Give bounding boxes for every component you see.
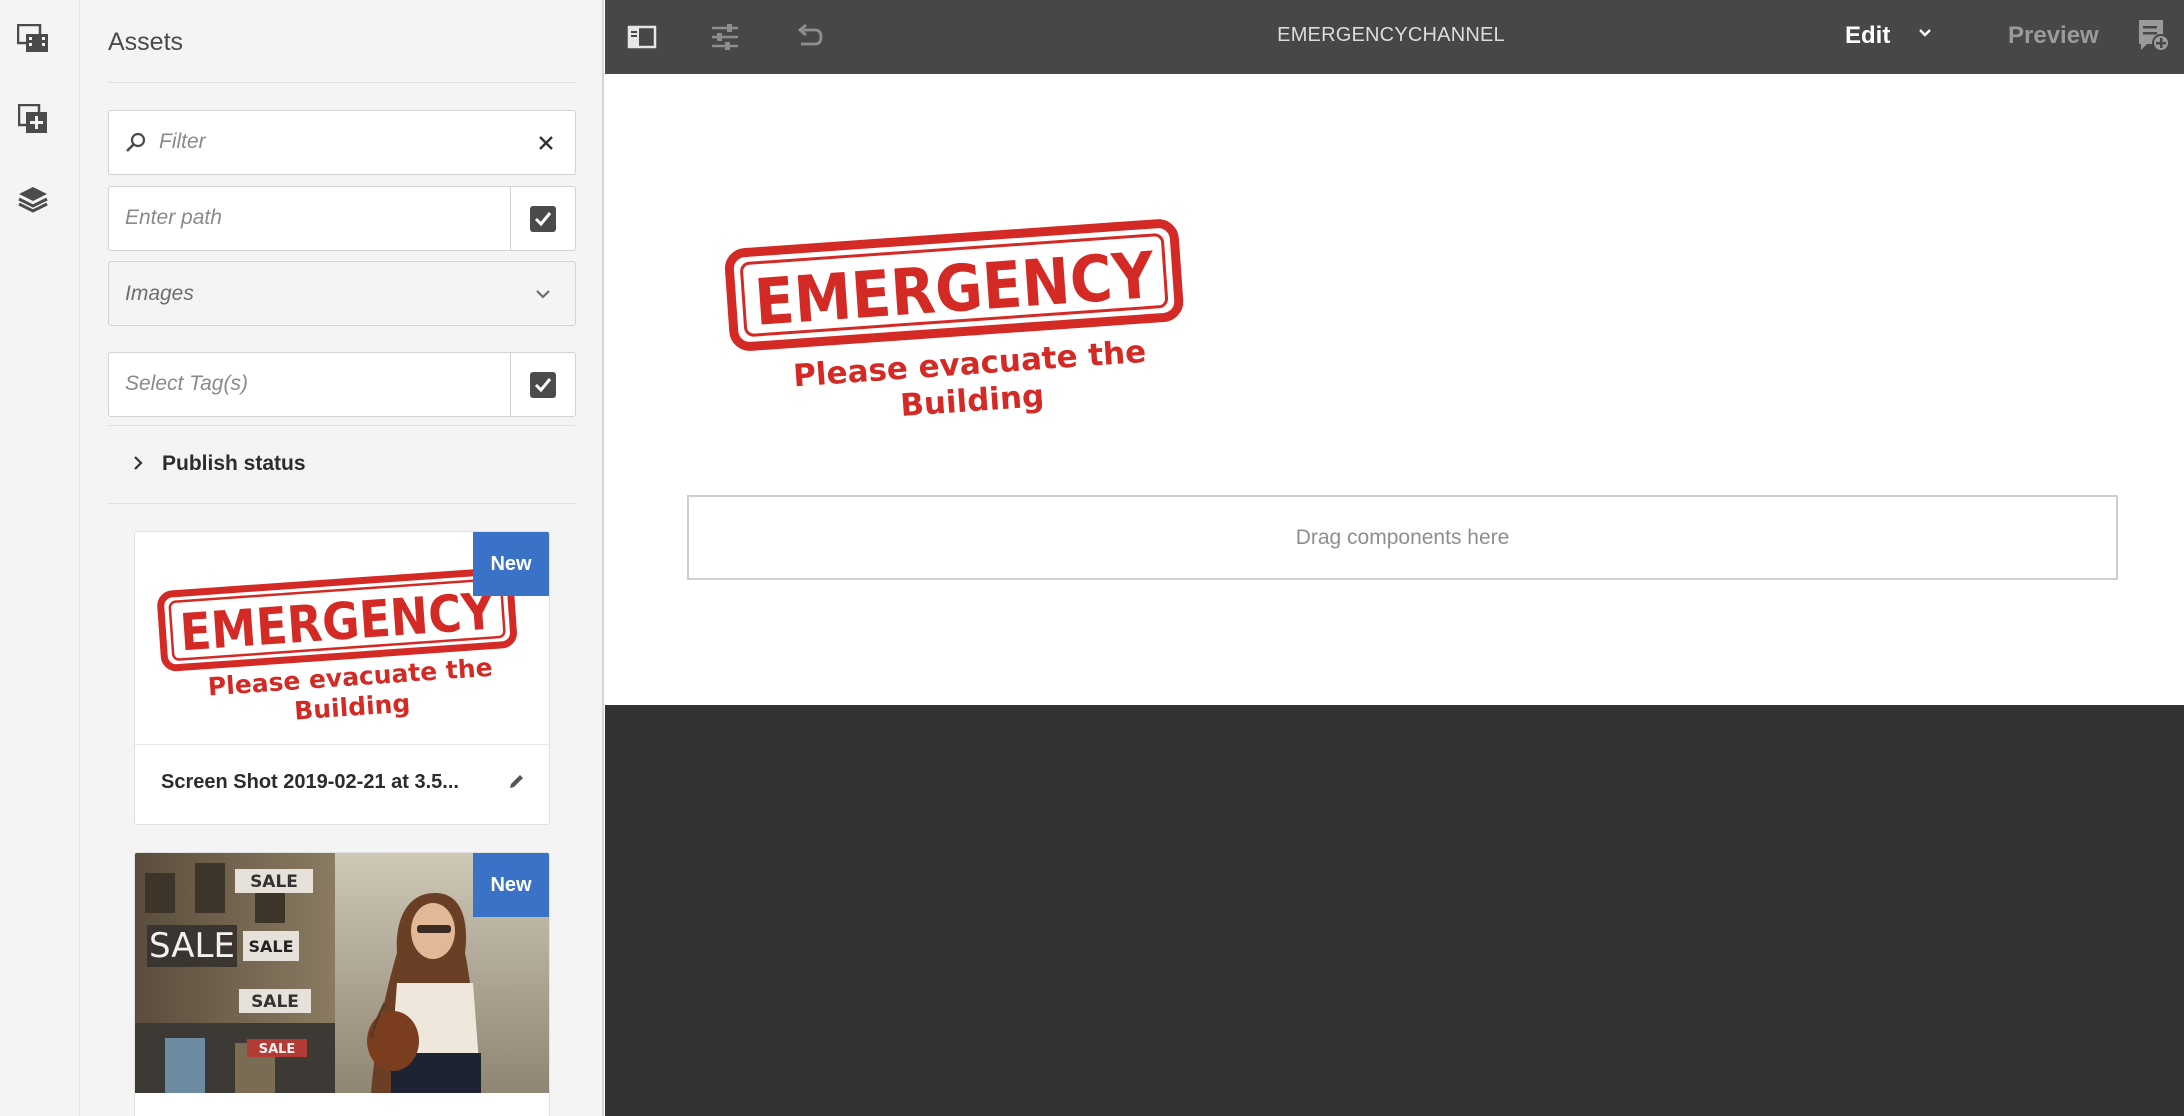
chevron-right-icon bbox=[132, 455, 144, 476]
divider bbox=[108, 82, 575, 83]
emergency-image-component[interactable]: EMERGENCY Please evacuate the Building bbox=[720, 198, 1190, 424]
tags-browse-button[interactable] bbox=[510, 353, 575, 416]
svg-text:SALE: SALE bbox=[251, 992, 299, 1012]
svg-text:SALE: SALE bbox=[250, 872, 298, 892]
page-title: EMERGENCYCHANNEL bbox=[1277, 24, 1505, 46]
assets-panel-title: Assets bbox=[108, 28, 184, 56]
clear-icon[interactable] bbox=[537, 134, 555, 157]
tags-field[interactable]: Select Tag(s) bbox=[108, 352, 576, 417]
asset-card-meta: Screen Shot 2019-02-21 at 3.5... bbox=[135, 744, 549, 824]
asset-thumbnail: EMERGENCY Please evacuate the Building N… bbox=[135, 532, 549, 744]
side-rail bbox=[0, 0, 80, 1116]
divider bbox=[108, 425, 575, 426]
content-tree-icon[interactable] bbox=[14, 180, 52, 218]
divider bbox=[108, 503, 575, 504]
asset-thumbnail: SALE SALE SALE SALE SALE New bbox=[135, 853, 549, 1093]
new-badge: New bbox=[473, 532, 549, 596]
editor-toolbar: EMERGENCYCHANNEL Edit Preview bbox=[605, 0, 2184, 74]
canvas-background bbox=[605, 705, 2184, 1116]
filter-input[interactable]: Filter bbox=[159, 130, 206, 154]
asset-name: Screen Shot 2019-02-21 at 3.5... bbox=[161, 771, 459, 793]
emergency-stamp-image: EMERGENCY Please evacuate the Building bbox=[724, 219, 1184, 424]
assets-panel: Assets Filter Enter path Images Select T… bbox=[80, 0, 604, 1116]
tags-input[interactable]: Select Tag(s) bbox=[125, 372, 248, 396]
path-browse-button[interactable] bbox=[510, 187, 575, 250]
assets-browser-icon[interactable] bbox=[14, 20, 52, 58]
chevron-down-icon[interactable] bbox=[1917, 26, 1933, 44]
preview-button[interactable]: Preview bbox=[2008, 22, 2099, 50]
filter-field[interactable]: Filter bbox=[108, 110, 576, 175]
asset-card[interactable]: EMERGENCY Please evacuate the Building N… bbox=[134, 531, 550, 825]
path-input[interactable]: Enter path bbox=[125, 206, 222, 230]
new-badge: New bbox=[473, 853, 549, 917]
path-field[interactable]: Enter path bbox=[108, 186, 576, 251]
edit-mode-button[interactable]: Edit bbox=[1845, 22, 1890, 50]
checkmark-icon bbox=[530, 371, 556, 398]
publish-status-label: Publish status bbox=[162, 452, 306, 475]
svg-text:SALE: SALE bbox=[248, 937, 293, 956]
asset-type-select[interactable]: Images bbox=[108, 261, 576, 326]
publish-status-toggle[interactable]: Publish status bbox=[108, 445, 576, 485]
asset-type-value: Images bbox=[125, 282, 194, 305]
page-canvas: EMERGENCY Please evacuate the Building D… bbox=[605, 74, 2184, 705]
svg-text:SALE: SALE bbox=[259, 1042, 296, 1057]
annotations-icon[interactable] bbox=[2137, 18, 2171, 59]
chevron-down-icon bbox=[535, 287, 551, 305]
svg-text:SALE: SALE bbox=[149, 926, 235, 966]
component-dropzone[interactable]: Drag components here bbox=[687, 495, 2118, 580]
components-icon[interactable] bbox=[14, 100, 52, 138]
checkmark-icon bbox=[530, 205, 556, 232]
pencil-icon[interactable] bbox=[507, 773, 525, 796]
asset-card[interactable]: SALE SALE SALE SALE SALE New bbox=[134, 852, 550, 1116]
search-icon bbox=[125, 132, 147, 159]
